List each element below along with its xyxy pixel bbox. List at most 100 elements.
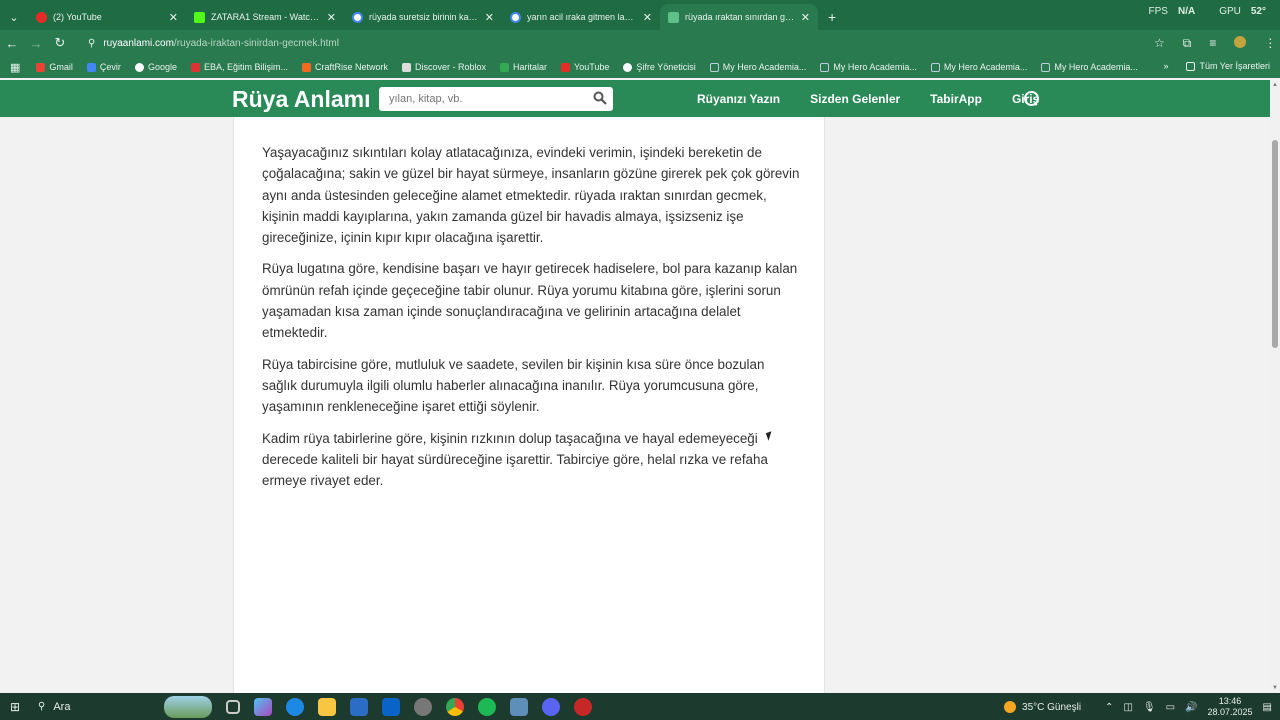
store-icon[interactable]	[350, 697, 368, 716]
site-nav: Rüyanızı Yazın Sizden Gelenler TabirApp …	[697, 92, 1069, 106]
search-icon: ⚲	[38, 701, 46, 712]
browser-tab-bar: ⌄ (2) YouTube ✕ ZATARA1 Stream - Watch L…	[0, 0, 1280, 30]
scroll-up-icon[interactable]: ▲	[1272, 82, 1278, 88]
chrome-icon[interactable]	[446, 697, 464, 716]
tab-title: rüyada ıraktan sınırdan gecmek	[685, 12, 795, 22]
search-input[interactable]	[389, 93, 579, 105]
task-view-icon[interactable]	[226, 699, 240, 714]
bookmark-mha-3[interactable]: My Hero Academia...	[930, 62, 1027, 72]
discord-icon[interactable]	[542, 697, 560, 716]
nav-ruyanizi-yazin[interactable]: Rüyanızı Yazın	[697, 92, 780, 106]
settings-icon[interactable]	[1024, 91, 1039, 106]
bookmark-cevir[interactable]: Çevir	[86, 62, 121, 72]
taskbar-search[interactable]: ⚲ Ara	[30, 693, 220, 720]
bookmarks-bar: ▦ Gmail Çevir Google EBA, Eğitim Bilişim…	[0, 56, 1280, 78]
system-overlay: FPS N/A GPU 52°	[1149, 6, 1280, 17]
google-icon	[623, 62, 633, 72]
youtube-icon	[36, 11, 47, 23]
network-icon[interactable]: ▭	[1166, 702, 1175, 713]
close-tab-icon[interactable]: ✕	[169, 11, 178, 24]
eba-icon	[190, 62, 200, 72]
bookmark-maps[interactable]: Haritalar	[500, 62, 547, 72]
outlook-icon[interactable]	[382, 697, 400, 716]
bookmark-gmail[interactable]: Gmail	[36, 62, 73, 72]
kick-icon	[194, 11, 205, 23]
bookmark-craftrise[interactable]: CraftRise Network	[301, 62, 388, 72]
more-bookmarks-icon[interactable]: »	[1163, 61, 1168, 71]
search-icon[interactable]	[593, 91, 607, 105]
close-tab-icon[interactable]: ✕	[327, 11, 336, 24]
nav-sizden-gelenler[interactable]: Sizden Gelenler	[810, 92, 900, 106]
windows-start-icon[interactable]: ⊞	[0, 700, 30, 714]
bookmark-mha-2[interactable]: My Hero Academia...	[820, 62, 917, 72]
all-bookmarks-folder[interactable]: Tüm Yer İşaretleri	[1186, 61, 1270, 71]
bookmark-roblox[interactable]: Discover - Roblox	[402, 62, 486, 72]
page-icon	[820, 62, 830, 72]
file-explorer-icon[interactable]	[318, 697, 336, 716]
translate-icon	[86, 62, 96, 72]
tab-search-button[interactable]: ⌄	[0, 4, 28, 30]
bookmark-star-icon[interactable]: ☆	[1154, 36, 1165, 51]
spotify-icon[interactable]	[478, 697, 496, 716]
clock[interactable]: 13:46 28.07.2025	[1208, 696, 1253, 718]
tab-google-search-1[interactable]: rüyada suretsiz birinin kafasına ✕	[344, 4, 502, 30]
apps-grid-icon[interactable]: ▦	[10, 61, 20, 74]
article-paragraph: Yaşayacağınız sıkıntıları kolay atlataca…	[262, 145, 800, 246]
reload-icon[interactable]: ↻	[48, 35, 72, 51]
back-icon[interactable]: ←	[0, 36, 24, 51]
media-icon[interactable]: ≡	[1209, 36, 1216, 51]
page-icon	[930, 62, 940, 72]
article-paragraph: Kadim rüya tabirlerine göre, kişinin rız…	[262, 430, 768, 489]
tray-app-icon[interactable]: ◫	[1123, 702, 1132, 713]
fps-value: N/A	[1177, 6, 1196, 17]
site-header: Rüya Anlamı Rüyanızı Yazın Sizden Gelenl…	[0, 80, 1270, 117]
gmail-icon	[36, 62, 46, 72]
volume-icon[interactable]: 🔊	[1185, 702, 1197, 713]
page-icon	[709, 62, 719, 72]
article-paragraph: Rüya tabircisine göre, mutluluk ve saade…	[262, 356, 765, 415]
app-icon[interactable]	[574, 697, 592, 716]
microphone-icon[interactable]: 🎙	[1143, 702, 1156, 713]
tab-zatara-stream[interactable]: ZATARA1 Stream - Watch Live on ✕	[186, 4, 344, 30]
close-tab-icon[interactable]: ✕	[643, 11, 652, 24]
tab-title: ZATARA1 Stream - Watch Live on	[211, 12, 321, 22]
folder-icon	[1186, 61, 1196, 71]
profile-avatar[interactable]	[1234, 35, 1247, 48]
tab-ruya-anlami[interactable]: rüyada ıraktan sınırdan gecmek ✕	[660, 4, 818, 30]
edge-icon[interactable]	[286, 697, 304, 716]
url-field[interactable]: ⚲ ruyaanlami.com/ruyada-iraktan-sinirdan…	[78, 32, 1138, 54]
weather-widget[interactable]: 35°C Güneşli	[1004, 701, 1081, 713]
app-icon[interactable]	[510, 697, 528, 716]
extensions-icon[interactable]: ⧉	[1183, 36, 1192, 51]
bookmark-eba[interactable]: EBA, Eğitim Bilişim...	[190, 62, 288, 72]
new-tab-button[interactable]: +	[818, 4, 846, 30]
copilot-icon[interactable]	[254, 697, 272, 716]
notifications-icon[interactable]: ▤	[1263, 702, 1272, 713]
article-paragraph: Rüya lugatına göre, kendisine başarı ve …	[262, 261, 798, 341]
scrollbar-thumb[interactable]	[1272, 140, 1278, 348]
ruya-anlami-icon	[668, 11, 679, 23]
site-info-icon[interactable]: ⚲	[88, 38, 95, 49]
google-icon	[134, 62, 144, 72]
url-path: /ruyada-iraktan-sinirdan-gecmek.html	[173, 37, 339, 49]
nav-tabirapp[interactable]: TabirApp	[930, 92, 982, 106]
site-logo[interactable]: Rüya Anlamı	[232, 86, 370, 113]
bookmark-password-manager[interactable]: Şifre Yöneticisi	[623, 62, 696, 72]
tab-google-search-2[interactable]: yarın acil ıraka gitmen lazım - G ✕	[502, 4, 660, 30]
gpu-label: GPU	[1219, 6, 1241, 17]
bookmark-mha-4[interactable]: My Hero Academia...	[1041, 62, 1138, 72]
bookmark-youtube[interactable]: YouTube	[561, 62, 609, 72]
close-tab-icon[interactable]: ✕	[801, 11, 810, 24]
tab-title: rüyada suretsiz birinin kafasına	[369, 12, 479, 22]
close-tab-icon[interactable]: ✕	[485, 11, 494, 24]
tray-chevron-icon[interactable]: ⌃	[1105, 702, 1113, 713]
weather-text: 35°C Güneşli	[1022, 701, 1082, 713]
settings-app-icon[interactable]	[414, 697, 432, 716]
scroll-down-icon[interactable]: ▼	[1272, 685, 1278, 691]
bookmark-mha-1[interactable]: My Hero Academia...	[709, 62, 806, 72]
page-scrollbar[interactable]: ▲ ▼	[1270, 80, 1280, 693]
menu-icon[interactable]: ⋮	[1264, 36, 1276, 51]
bookmark-google[interactable]: Google	[134, 62, 177, 72]
forward-icon[interactable]: →	[24, 36, 48, 51]
tab-youtube[interactable]: (2) YouTube ✕	[28, 4, 186, 30]
